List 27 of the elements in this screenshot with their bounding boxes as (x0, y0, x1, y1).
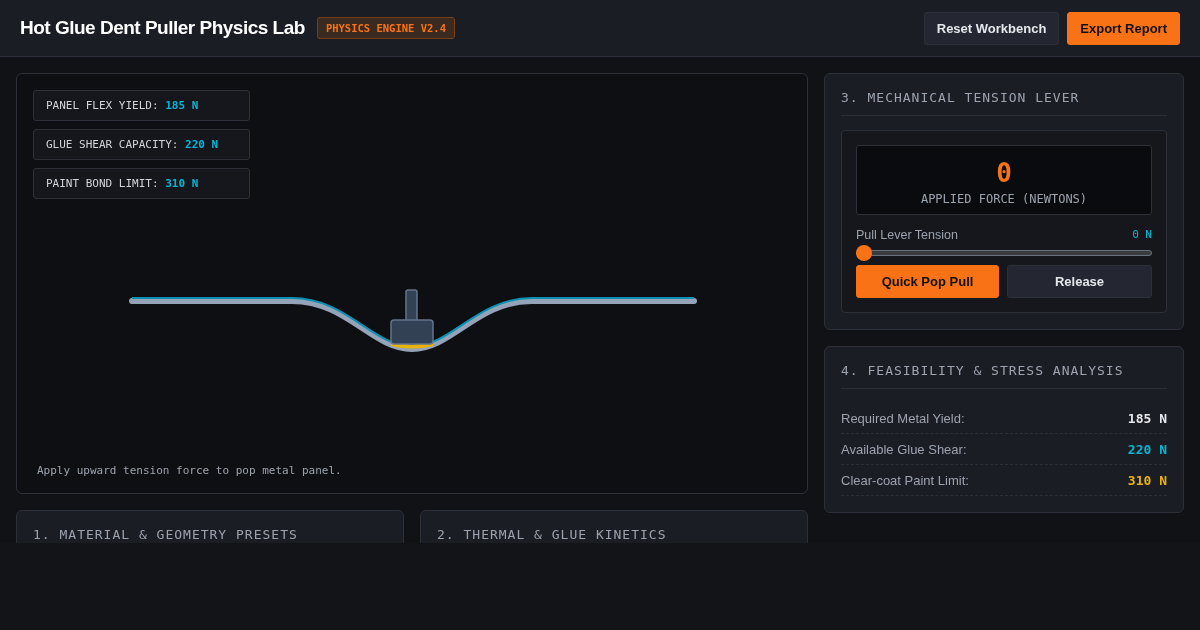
slider-thumb[interactable] (856, 245, 872, 261)
app-title: Hot Glue Dent Puller Physics Lab (20, 17, 305, 39)
metric-label: Clear-coat Paint Limit: (841, 473, 969, 488)
header-button[interactable]: Export Report (1067, 11, 1180, 45)
panel-title: 1. MATERIAL & GEOMETRY PRESETS (33, 527, 299, 543)
tension-slider[interactable] (856, 245, 1152, 261)
lever-button[interactable]: Release (1007, 265, 1152, 298)
force-label: APPLIED FORCE (NEWTONS) (919, 192, 1089, 206)
metric-label: Required Metal Yield: (841, 411, 965, 426)
force-value: 0 (995, 158, 1013, 188)
readout-label: PAINT BOND LIMIT: 310 N (33, 168, 250, 199)
readout-label: PANEL FLEX YIELD: 185 N (33, 90, 250, 121)
metric-value: 220 N (1127, 442, 1167, 457)
slider-reading: 0 N (1132, 228, 1152, 242)
lever-button[interactable]: Quick Pop Pull (856, 265, 999, 298)
panel-title: 2. THERMAL & GLUE KINETICS (437, 527, 668, 543)
header-button[interactable]: Reset Workbench (923, 11, 1060, 45)
slider-label: Pull Lever Tension (856, 228, 958, 242)
readout-label: GLUE SHEAR CAPACITY: 220 N (33, 129, 250, 160)
metric-value: 185 N (1127, 411, 1167, 426)
version-badge: PHYSICS ENGINE V2.4 (316, 17, 455, 39)
metric-value: 310 N (1127, 473, 1167, 488)
puller-tab-drawing (390, 289, 434, 345)
metric-label: Available Glue Shear: (841, 442, 967, 457)
panel-title: 3. MECHANICAL TENSION LEVER (841, 90, 1167, 116)
instruction-text: Apply upward tension force to pop metal panel. (37, 464, 343, 477)
panel-title: 4. FEASIBILITY & STRESS ANALYSIS (841, 363, 1167, 389)
